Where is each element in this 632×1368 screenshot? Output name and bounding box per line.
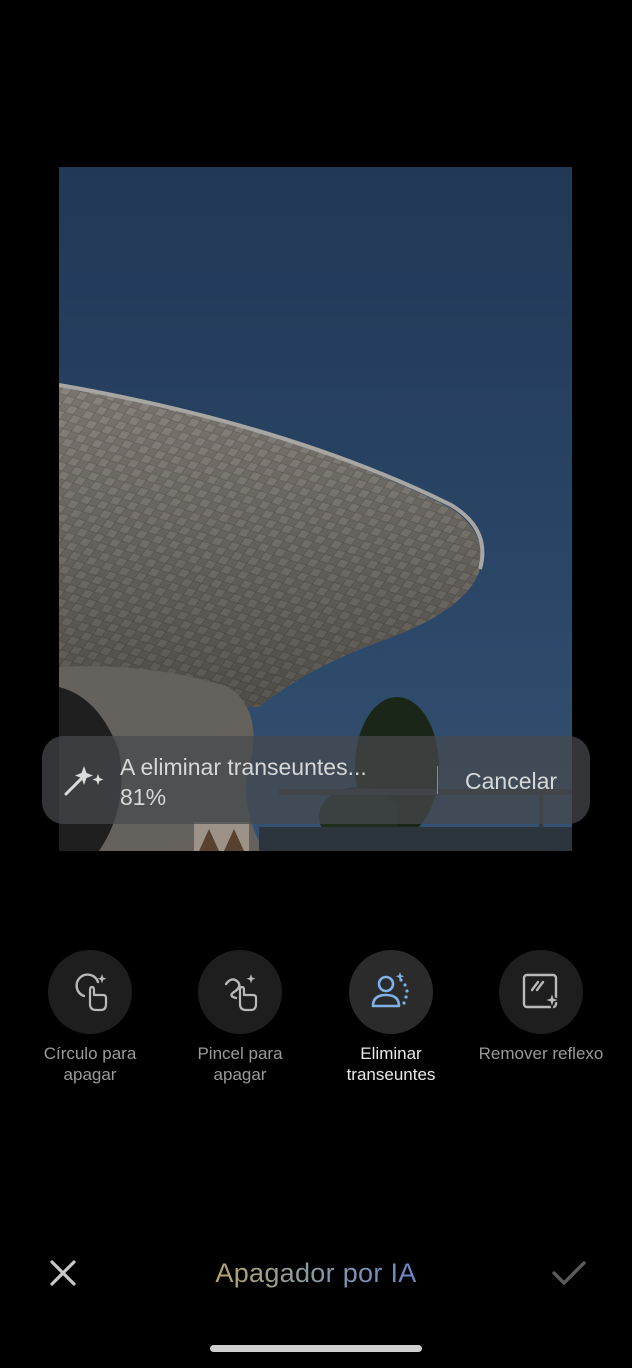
- tool-label-line2: apagar: [63, 1065, 117, 1084]
- screen-title: Apagador por IA: [0, 1258, 632, 1289]
- tool-label-line1: Remover reflexo: [478, 1044, 604, 1063]
- magic-wand-icon: [64, 766, 104, 796]
- progress-percent: 81%: [120, 784, 167, 810]
- tool-remove-people-button[interactable]: [349, 950, 433, 1034]
- circle-erase-icon: [75, 973, 108, 1012]
- check-icon[interactable]: [550, 1258, 588, 1288]
- remove-people-icon: [371, 972, 409, 1008]
- tool-brush-erase-label: Pincel para apagar: [165, 1043, 315, 1085]
- home-indicator[interactable]: [210, 1345, 422, 1352]
- tool-label-line2: transeuntes: [346, 1065, 436, 1084]
- tool-remove-people-label: Eliminar transeuntes: [316, 1043, 466, 1085]
- tool-remove-reflection-button[interactable]: [499, 950, 583, 1034]
- tool-brush-erase[interactable]: Pincel para apagar: [165, 950, 315, 1085]
- divider: [437, 766, 438, 794]
- tool-circle-erase-label: Círculo para apagar: [15, 1043, 165, 1085]
- tool-circle-erase[interactable]: Círculo para apagar: [15, 950, 165, 1085]
- tool-remove-reflection[interactable]: Remover reflexo: [466, 950, 616, 1064]
- screen-title-text: Apagador por IA: [215, 1258, 417, 1288]
- cancel-button[interactable]: Cancelar: [465, 768, 557, 795]
- tool-label-line1: Eliminar: [360, 1044, 422, 1063]
- remove-reflection-icon: [522, 973, 563, 1011]
- tool-label-line1: Pincel para: [197, 1044, 283, 1063]
- tool-remove-people[interactable]: Eliminar transeuntes: [316, 950, 466, 1085]
- tool-remove-reflection-label: Remover reflexo: [466, 1043, 616, 1064]
- tool-brush-erase-button[interactable]: [198, 950, 282, 1034]
- tool-label-line1: Círculo para: [43, 1044, 137, 1063]
- tool-circle-erase-button[interactable]: [48, 950, 132, 1034]
- brush-erase-icon: [224, 974, 258, 1012]
- progress-status: A eliminar transeuntes...: [120, 754, 367, 780]
- progress-card: A eliminar transeuntes... 81% Cancelar: [42, 736, 590, 824]
- tool-label-line2: apagar: [213, 1065, 267, 1084]
